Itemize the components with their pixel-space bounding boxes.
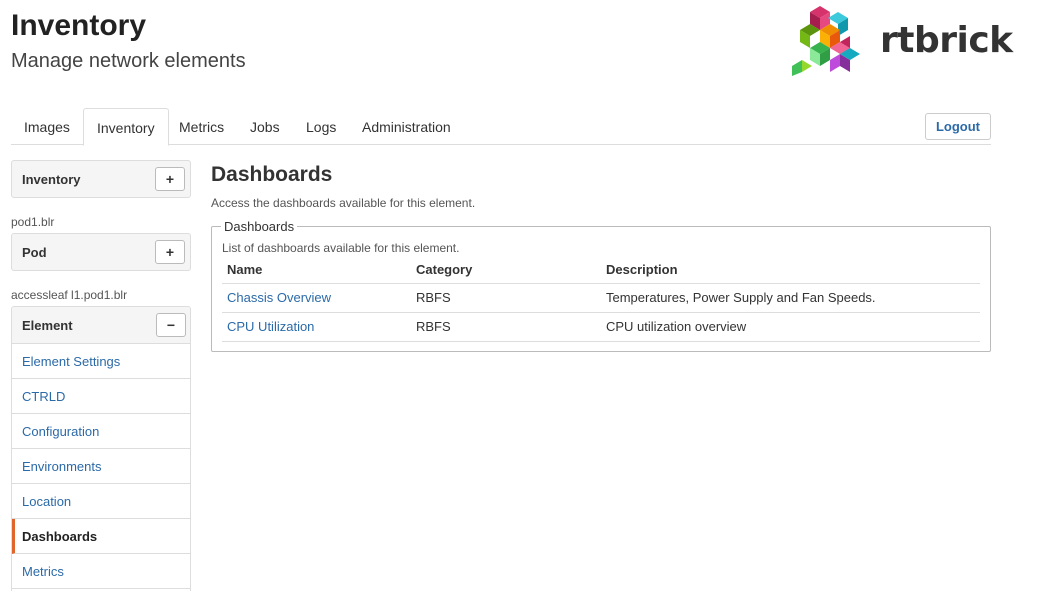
fieldset-legend: Dashboards [221,219,298,234]
sidebar-item-metrics[interactable]: Metrics [12,554,190,589]
main-tabs: Images Inventory Metrics Jobs Logs Admin… [11,108,991,146]
sidebar-item-dashboards[interactable]: Dashboards [12,519,190,554]
dashboard-link-chassis-overview[interactable]: Chassis Overview [227,290,331,305]
element-breadcrumb[interactable]: accessleaf l1.pod1.blr [11,288,127,302]
dashboard-description-cell: Temperatures, Power Supply and Fan Speed… [601,283,980,313]
sidebar-item-element-settings[interactable]: Element Settings [12,344,190,379]
page: Inventory Manage network elements rtbric [0,0,1047,591]
tab-jobs[interactable]: Jobs [237,108,293,145]
element-collapse-button[interactable]: − [156,313,186,337]
tab-administration[interactable]: Administration [349,108,464,145]
pod-expand-button[interactable]: + [155,240,185,264]
dashboards-fieldset: Dashboards List of dashboards available … [211,219,991,352]
tab-logs[interactable]: Logs [293,108,349,145]
element-panel-header: Element − [12,307,190,344]
dashboard-category-cell: RBFS [411,283,601,313]
pod-panel-header: Pod + [11,233,191,271]
tab-metrics[interactable]: Metrics [166,108,237,145]
inventory-panel-label: Inventory [22,172,81,187]
page-title: Inventory [11,9,147,42]
table-row: CPU Utilization RBFS CPU utilization ove… [222,312,980,342]
table-header-row: Name Category Description [222,257,980,284]
element-panel: Element − Element Settings CTRLD Configu… [11,306,191,591]
section-description: Access the dashboards available for this… [211,196,476,210]
pod-breadcrumb[interactable]: pod1.blr [11,215,54,229]
dashboard-name-cell: CPU Utilization [222,312,411,342]
element-panel-label: Element [22,318,73,333]
dashboard-description-cell: CPU utilization overview [601,312,980,342]
table-row: Chassis Overview RBFS Temperatures, Powe… [222,283,980,313]
column-header-name: Name [222,257,411,284]
dashboard-name-cell: Chassis Overview [222,283,411,313]
inventory-expand-button[interactable]: + [155,167,185,191]
column-header-description: Description [601,257,980,284]
sidebar-item-location[interactable]: Location [12,484,190,519]
dashboard-link-cpu-utilization[interactable]: CPU Utilization [227,319,314,334]
sidebar-item-ctrld[interactable]: CTRLD [12,379,190,414]
column-header-category: Category [411,257,601,284]
section-title: Dashboards [211,163,333,186]
pod-panel-label: Pod [22,245,47,260]
dashboard-category-cell: RBFS [411,312,601,342]
fieldset-description: List of dashboards available for this el… [222,241,460,255]
logo-cubes-icon [792,6,860,76]
inventory-panel-header: Inventory + [11,160,191,198]
page-subtitle: Manage network elements [11,50,246,72]
tab-images[interactable]: Images [11,108,83,145]
sidebar-item-configuration[interactable]: Configuration [12,414,190,449]
tab-inventory[interactable]: Inventory [83,108,169,146]
sidebar-item-environments[interactable]: Environments [12,449,190,484]
dashboards-table: Name Category Description Chassis Overvi… [222,257,980,342]
logo-text: rtbrick [880,20,1013,61]
logout-button[interactable]: Logout [925,113,991,140]
rtbrick-logo: rtbrick [790,4,1013,80]
